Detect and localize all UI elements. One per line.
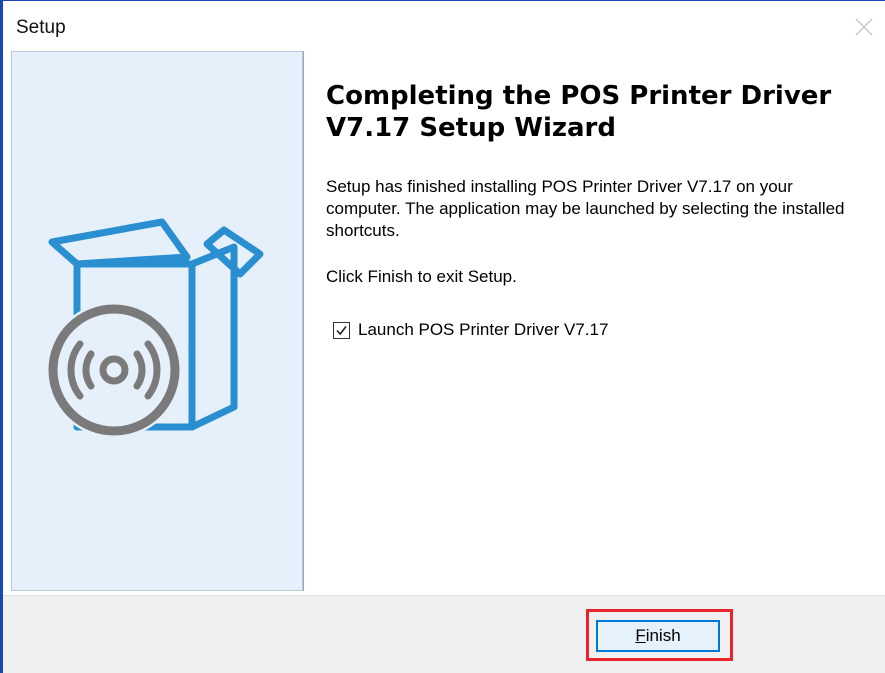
setup-window: Setup Completing the POS Printer Driver …	[0, 0, 885, 673]
wizard-heading: Completing the POS Printer Driver V7.17 …	[326, 81, 832, 143]
finish-button[interactable]: Finish	[596, 620, 720, 652]
open-box-with-disc-icon	[46, 218, 264, 438]
wizard-content: Completing the POS Printer Driver V7.17 …	[3, 43, 885, 595]
launch-checkbox-label[interactable]: Launch POS Printer Driver V7.17	[358, 319, 608, 341]
wizard-exit-text: Click Finish to exit Setup.	[326, 267, 517, 286]
window-title: Setup	[16, 17, 66, 38]
close-button[interactable]	[853, 16, 875, 38]
wizard-footer: Finish	[3, 596, 885, 673]
finish-label-rest: inish	[645, 626, 681, 645]
wizard-side-image	[11, 51, 303, 591]
launch-checkbox[interactable]	[333, 321, 350, 339]
launch-checkbox-row[interactable]: Launch POS Printer Driver V7.17	[333, 319, 608, 341]
title-bar[interactable]: Setup	[3, 1, 885, 43]
close-icon	[855, 18, 873, 36]
checkmark-icon	[336, 325, 347, 335]
side-panel-divider	[303, 51, 304, 591]
finish-mnemonic: F	[635, 626, 646, 645]
wizard-body-text: Setup has finished installing POS Printe…	[326, 177, 845, 240]
